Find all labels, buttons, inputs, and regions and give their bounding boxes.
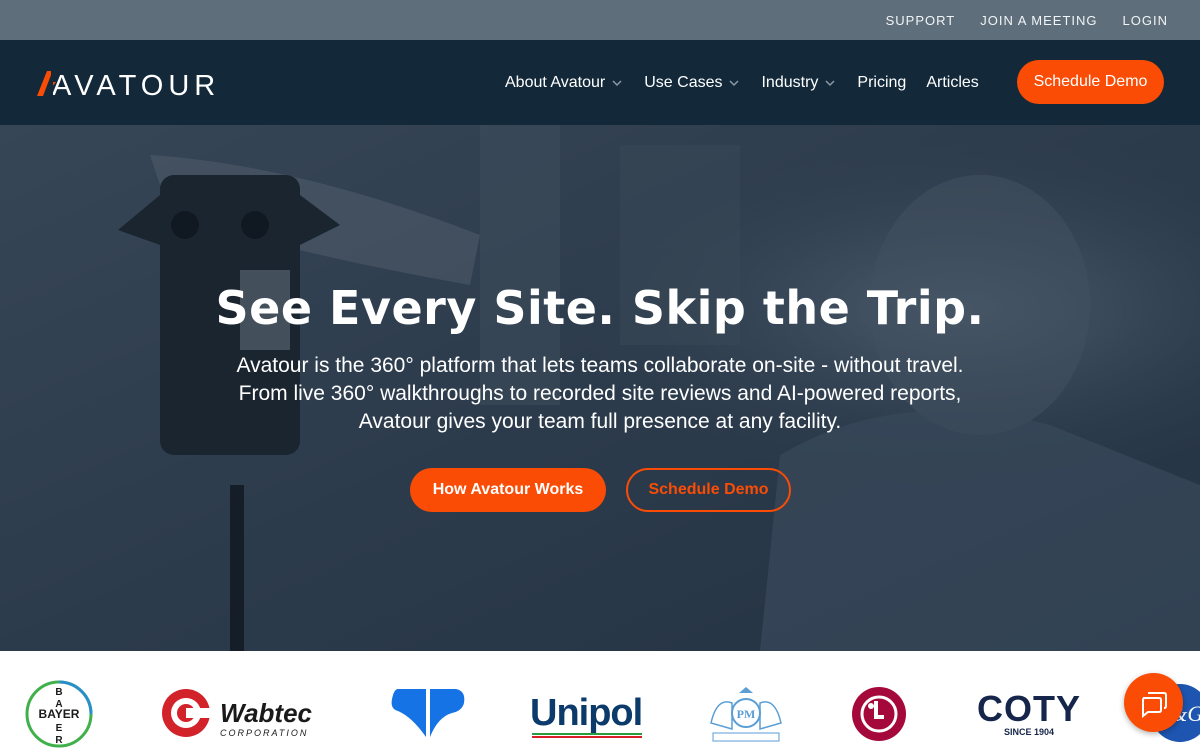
wabtec-wordmark: Wabtec (220, 698, 313, 728)
blue-brand-logo (391, 689, 465, 737)
coty-subtitle: SINCE 1904 (1004, 727, 1054, 737)
join-meeting-link[interactable]: JOIN A MEETING (980, 13, 1097, 28)
chevron-down-icon (825, 79, 835, 86)
chat-icon (1141, 691, 1167, 718)
support-link[interactable]: SUPPORT (886, 13, 956, 28)
nav-menu: About Avatour Use Cases Industry Pricing… (505, 40, 999, 125)
nav-item-label: Industry (761, 73, 819, 91)
chat-button[interactable] (1124, 673, 1183, 732)
hero-section: See Every Site. Skip the Trip. Avatour i… (0, 125, 1200, 651)
hero-schedule-demo-button[interactable]: Schedule Demo (626, 468, 791, 512)
hero-subtitle-line: Avatour gives your team full presence at… (358, 410, 842, 433)
svg-text:E: E (56, 723, 63, 734)
unipol-logo: Unipol (530, 692, 643, 738)
hero-subtitle-line: Avatour is the 360° platform that lets t… (236, 354, 964, 377)
wabtec-logo: Wabtec CORPORATION (162, 689, 313, 738)
svg-text:R: R (55, 735, 63, 746)
client-logos-strip: BAYER B A E R Wabtec CORPORATION Unipol … (0, 651, 1200, 750)
hero-buttons: How Avatour Works Schedule Demo (410, 468, 791, 512)
bayer-logo: BAYER B A E R (25, 680, 93, 748)
pm-monogram: PM (737, 707, 756, 721)
nav-item-use-cases[interactable]: Use Cases (644, 74, 741, 92)
nav-item-industry[interactable]: Industry (761, 74, 837, 92)
hero-title: See Every Site. Skip the Trip. (215, 281, 985, 335)
how-avatour-works-button[interactable]: How Avatour Works (410, 468, 606, 512)
hero-content: See Every Site. Skip the Trip. Avatour i… (0, 280, 1200, 436)
logo-wordmark: AVATOUR (52, 70, 220, 98)
wabtec-subtitle: CORPORATION (220, 728, 308, 738)
chevron-down-icon (729, 79, 740, 86)
nav-item-label: Pricing (857, 73, 907, 91)
hero-subtitle: Avatour is the 360° platform that lets t… (0, 352, 1200, 436)
svg-text:B: B (55, 687, 62, 698)
lg-logo: LG (852, 687, 906, 741)
chevron-down-icon (612, 79, 622, 86)
nav-item-label: Articles (926, 73, 979, 91)
login-link[interactable]: LOGIN (1123, 13, 1168, 28)
lg-wordmark: LG (878, 717, 880, 719)
philip-morris-logo: PM (710, 687, 782, 742)
nav-item-label: Use Cases (644, 73, 723, 91)
utility-bar: SUPPORT JOIN A MEETING LOGIN (0, 0, 1200, 40)
avatour-logo[interactable]: AVATOUR (36, 68, 248, 98)
coty-logo: COTY SINCE 1904 (977, 689, 1081, 737)
schedule-demo-button[interactable]: Schedule Demo (1017, 60, 1164, 104)
nav-item-articles[interactable]: Articles (926, 74, 978, 92)
nav-item-pricing[interactable]: Pricing (857, 74, 906, 92)
nav-item-about[interactable]: About Avatour (505, 74, 624, 92)
nav-item-label: About Avatour (505, 73, 606, 91)
svg-text:A: A (55, 699, 62, 710)
unipol-wordmark: Unipol (530, 692, 642, 734)
main-nav: AVATOUR About Avatour Use Cases Industry… (0, 40, 1200, 125)
hero-subtitle-line: From live 360° walkthroughs to recorded … (238, 382, 962, 405)
coty-wordmark: COTY (977, 689, 1081, 729)
